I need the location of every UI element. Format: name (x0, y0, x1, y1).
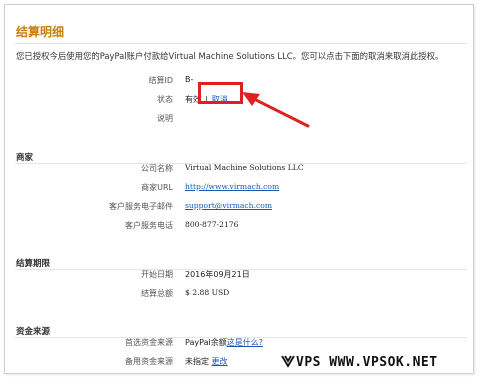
total-amount-label: 结算总额 (141, 289, 173, 298)
backup-funding-label: 备用资金来源 (125, 357, 173, 366)
preferred-funding-row: PayPal余额这是什么? (185, 337, 263, 348)
backup-funding-value: 未指定 (185, 357, 209, 366)
start-date-label: 开始日期 (141, 270, 173, 279)
support-phone-label: 客户服务电话 (125, 221, 173, 230)
highlight-box (198, 82, 243, 104)
page-title: 结算明细 (16, 25, 65, 39)
preferred-funding-label: 首选资金来源 (125, 338, 173, 347)
backup-funding-row: 未指定 更改 (185, 356, 228, 367)
support-phone-value: 800-877-2176 (185, 220, 239, 229)
support-email-label: 客户服务电子邮件 (109, 202, 173, 211)
period-section-title: 结算期限 (16, 259, 51, 269)
company-name-label: 公司名称 (141, 164, 173, 173)
title-divider (15, 43, 467, 44)
billing-id-value: B- (185, 75, 194, 84)
annotation-arrow-icon (242, 92, 310, 128)
billing-id-label: 结算ID (148, 76, 173, 85)
watermark-logo-icon (281, 355, 295, 368)
support-email-link[interactable]: support@virmach.com (185, 201, 272, 210)
authorization-notice: 您已授权今后使用您的PayPal账户付款给Virtual Machine Sol… (16, 51, 444, 61)
preferred-funding-value: PayPal余额 (185, 338, 227, 347)
start-date-value: 2016年09月21日 (185, 270, 250, 279)
watermark: VPS WWW.VPSOK.NET (280, 354, 438, 370)
status-label: 状态 (157, 95, 173, 104)
merchant-url-link[interactable]: http://www.virmach.com (185, 182, 279, 191)
whats-this-link[interactable]: 这是什么? (227, 338, 263, 347)
note-label: 说明 (157, 114, 173, 123)
total-amount-value: $ 2.88 USD (185, 288, 230, 297)
company-name-value: Virtual Machine Solutions LLC (185, 163, 304, 172)
funding-section-title: 资金来源 (16, 327, 51, 337)
merchant-section-title: 商家 (16, 153, 34, 163)
payment-details-panel: 结算明细 您已授权今后使用您的PayPal账户付款给Virtual Machin… (4, 4, 474, 374)
change-link[interactable]: 更改 (212, 357, 228, 366)
watermark-text: VPS WWW.VPSOK.NET (296, 355, 438, 370)
merchant-url-label: 商家URL (141, 183, 173, 192)
